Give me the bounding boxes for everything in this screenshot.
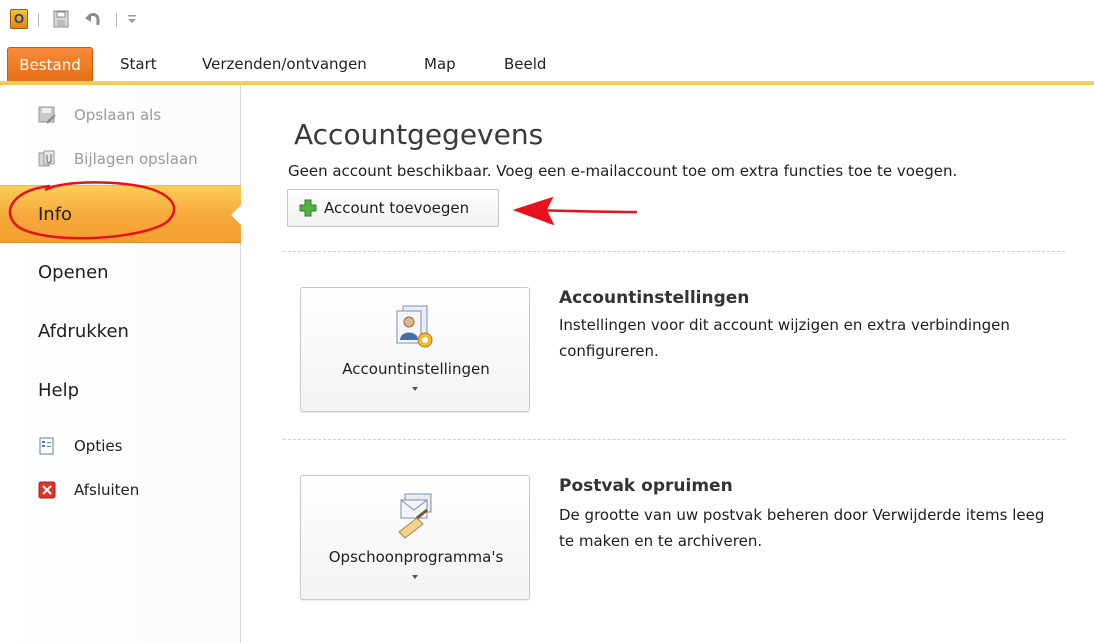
account-settings-heading: Accountinstellingen bbox=[559, 288, 750, 308]
sidebar-item-label: Help bbox=[38, 380, 80, 401]
mailbox-cleanup-icon bbox=[387, 490, 443, 542]
sidebar-item-print[interactable]: Afdrukken bbox=[0, 312, 241, 352]
sidebar-item-open[interactable]: Openen bbox=[0, 253, 241, 293]
sidebar-item-label: Afsluiten bbox=[74, 481, 140, 499]
account-settings-icon bbox=[387, 302, 443, 354]
sidebar-item-label: Opslaan als bbox=[74, 106, 162, 124]
chevron-down-icon bbox=[412, 387, 418, 391]
ribbon-tabs: Bestand Start Verzenden/ontvangen Map Be… bbox=[0, 47, 1094, 84]
mailbox-cleanup-description: De grootte van uw postvak beheren door V… bbox=[559, 506, 1045, 550]
sidebar-item-options[interactable]: Opties bbox=[0, 433, 241, 461]
divider bbox=[283, 251, 1065, 252]
mailbox-cleanup-heading: Postvak opruimen bbox=[559, 476, 733, 496]
sidebar-item-save-as[interactable]: Opslaan als bbox=[0, 101, 241, 129]
tab-view[interactable]: Beeld bbox=[504, 47, 546, 81]
annotation-arrow-shaft bbox=[519, 208, 638, 214]
sidebar-item-label: Afdrukken bbox=[38, 321, 129, 342]
annotation-arrow-head bbox=[512, 196, 555, 226]
sidebar-item-help[interactable]: Help bbox=[0, 371, 241, 411]
tab-file[interactable]: Bestand bbox=[7, 47, 93, 81]
save-as-icon bbox=[37, 105, 57, 125]
divider bbox=[283, 439, 1065, 440]
account-settings-description: Instellingen voor dit account wijzigen e… bbox=[559, 316, 1010, 360]
sidebar-item-label: Openen bbox=[38, 262, 109, 283]
cleanup-tools-button[interactable]: Opschoonprogramma's bbox=[300, 475, 530, 600]
tab-send-receive[interactable]: Verzenden/ontvangen bbox=[202, 47, 367, 81]
undo-icon[interactable] bbox=[84, 10, 102, 28]
sidebar-item-save-attachments[interactable]: Bijlagen opslaan bbox=[0, 145, 241, 173]
sidebar-item-label: Opties bbox=[74, 437, 123, 455]
tab-folder[interactable]: Map bbox=[424, 47, 456, 81]
cleanup-tools-label: Opschoonprogramma's bbox=[328, 548, 504, 566]
add-account-label: Account toevoegen bbox=[324, 199, 470, 217]
sidebar-item-label: Info bbox=[38, 204, 73, 225]
plus-icon bbox=[299, 199, 317, 217]
active-pointer bbox=[231, 204, 242, 226]
quick-access-toolbar: O bbox=[0, 0, 1094, 40]
chevron-down-icon bbox=[412, 575, 418, 579]
page-subtitle: Geen account beschikbaar. Voeg een e-mai… bbox=[288, 162, 958, 180]
save-icon[interactable] bbox=[52, 10, 70, 28]
backstage-nav: Opslaan als Bijlagen opslaan Info Openen… bbox=[0, 85, 242, 643]
close-icon bbox=[38, 481, 56, 499]
account-settings-button[interactable]: Accountinstellingen bbox=[300, 287, 530, 412]
options-icon bbox=[38, 437, 56, 455]
separator bbox=[38, 13, 39, 27]
attachments-icon bbox=[37, 149, 57, 169]
account-settings-label: Accountinstellingen bbox=[342, 360, 490, 378]
tab-start[interactable]: Start bbox=[120, 47, 157, 81]
outlook-icon[interactable]: O bbox=[10, 9, 28, 29]
page-title: Accountgegevens bbox=[294, 118, 544, 151]
separator bbox=[116, 13, 117, 27]
customize-qat-icon[interactable] bbox=[126, 12, 138, 26]
sidebar-item-label: Bijlagen opslaan bbox=[74, 150, 198, 168]
sidebar-item-exit[interactable]: Afsluiten bbox=[0, 477, 241, 505]
add-account-button[interactable]: Account toevoegen bbox=[287, 189, 499, 227]
sidebar-item-info[interactable]: Info bbox=[0, 185, 242, 243]
